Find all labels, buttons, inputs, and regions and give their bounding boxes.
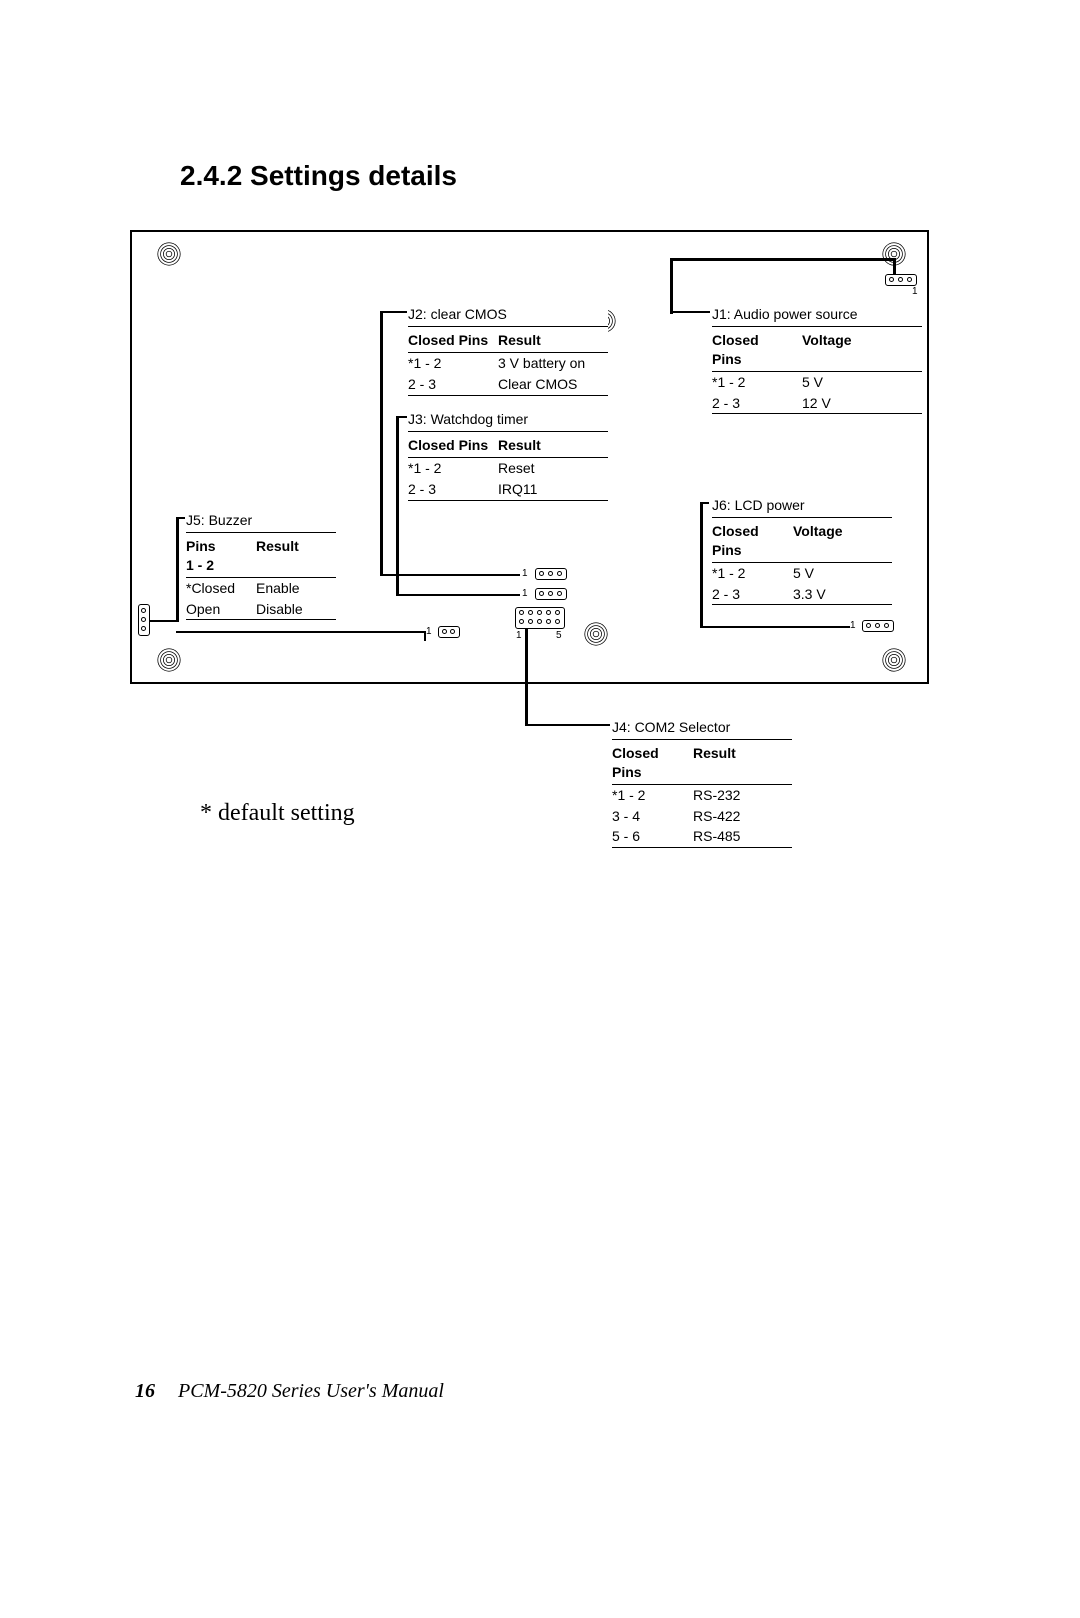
connector-line: [670, 258, 895, 261]
table-title: J4: COM2 Selector: [612, 718, 792, 740]
connector-line: [396, 594, 520, 596]
col-header: Pins 1 - 2: [186, 537, 256, 575]
table-title: J3: Watchdog timer: [408, 410, 608, 432]
cell: Reset: [498, 459, 608, 478]
manual-title: PCM-5820 Series User's Manual: [178, 1380, 444, 1402]
table-title: J1: Audio power source: [712, 305, 922, 327]
pin-header-icon: [138, 604, 150, 636]
pin-label: 1: [516, 630, 522, 641]
cell: 5 V: [802, 373, 912, 392]
cell: *1 - 2: [408, 459, 498, 478]
pin-label: 1: [522, 568, 528, 579]
screw-icon: [155, 646, 183, 674]
pin-header-icon: [515, 607, 565, 629]
pin-header-icon: [862, 620, 894, 632]
pin-header-icon: [438, 626, 460, 638]
connector-line: [396, 416, 399, 596]
page-footer: 16 PCM-5820 Series User's Manual: [135, 1380, 444, 1403]
col-header-line: Closed: [612, 744, 693, 763]
jumper-table-j2: J2: clear CMOS Closed Pins Result *1 - 2…: [408, 305, 608, 396]
cell: 3 - 4: [612, 807, 693, 826]
connector-line: [525, 620, 528, 726]
cell: 2 - 3: [712, 394, 802, 413]
connector-line: [176, 631, 426, 633]
pin-header-icon: [535, 568, 567, 580]
connector-line: [380, 311, 407, 313]
screw-icon: [155, 240, 183, 268]
section-heading: 2.4.2 Settings details: [180, 160, 457, 192]
pin-label: 1: [426, 626, 432, 637]
cell: *1 - 2: [408, 354, 498, 373]
connector-line: [176, 517, 179, 622]
col-header: Result: [498, 436, 608, 455]
cell: Disable: [256, 600, 326, 619]
table-title: J6: LCD power: [712, 496, 892, 518]
pin-label: 1: [850, 620, 856, 631]
col-header-line: Closed: [712, 522, 793, 541]
jumper-table-j4: J4: COM2 Selector Closed Pins Result *1 …: [612, 718, 792, 848]
cell: *Closed: [186, 579, 256, 598]
cell: IRQ11: [498, 480, 608, 499]
cell: *1 - 2: [712, 564, 793, 583]
connector-line: [700, 502, 703, 628]
cell: *1 - 2: [612, 786, 693, 805]
col-header-line: 1 - 2: [186, 556, 256, 575]
col-header-line: Pins: [612, 763, 693, 782]
page-number: 16: [135, 1380, 155, 1402]
cell: 2 - 3: [712, 585, 793, 604]
table-title: J2: clear CMOS: [408, 305, 608, 327]
col-header: Closed Pins: [712, 522, 793, 560]
default-setting-note: * default setting: [200, 800, 355, 827]
col-header-line: Closed: [712, 331, 802, 350]
cell: Enable: [256, 579, 326, 598]
pin-label: 1: [912, 286, 918, 297]
jumper-table-j5: J5: Buzzer Pins 1 - 2 Result *ClosedEnab…: [186, 511, 336, 620]
screw-icon: [582, 620, 610, 648]
cell: 3.3 V: [793, 585, 892, 604]
cell: RS-485: [693, 827, 792, 846]
col-header: Closed Pins: [408, 436, 498, 455]
col-header: Result: [693, 744, 792, 782]
cell: Clear CMOS: [498, 375, 608, 394]
col-header-line: Pins: [712, 541, 793, 560]
connector-line: [525, 724, 610, 726]
cell: RS-422: [693, 807, 792, 826]
connector-line: [670, 311, 710, 313]
col-header: Result: [498, 331, 608, 350]
pin-header-icon: [535, 588, 567, 600]
col-header: Closed Pins: [612, 744, 693, 782]
document-page: 2.4.2 Settings details: [0, 0, 1080, 1618]
connector-line: [380, 311, 383, 576]
col-header: Voltage: [793, 522, 892, 560]
cell: 3 V battery on: [498, 354, 608, 373]
connector-line: [149, 620, 179, 622]
connector-line: [380, 574, 520, 576]
connector-line: [670, 258, 673, 314]
connector-line: [700, 626, 850, 628]
pin-label: 5: [556, 630, 562, 641]
cell: 2 - 3: [408, 375, 498, 394]
jumper-table-j1: J1: Audio power source Closed Pins Volta…: [712, 305, 922, 414]
cell: 12 V: [802, 394, 912, 413]
jumper-table-j6: J6: LCD power Closed Pins Voltage *1 - 2…: [712, 496, 892, 605]
table-title: J5: Buzzer: [186, 511, 336, 533]
col-header: Voltage: [802, 331, 912, 369]
cell: *1 - 2: [712, 373, 802, 392]
col-header: Result: [256, 537, 326, 575]
pin-label: 1: [522, 588, 528, 599]
col-header-line: Pins: [186, 537, 256, 556]
screw-icon: [880, 646, 908, 674]
cell: Open: [186, 600, 256, 619]
col-header: Closed Pins: [712, 331, 802, 369]
pin-header-icon: [885, 274, 917, 286]
cell: RS-232: [693, 786, 792, 805]
col-header: Closed Pins: [408, 331, 498, 350]
cell: 2 - 3: [408, 480, 498, 499]
col-header-line: Pins: [712, 350, 802, 369]
cell: 5 V: [793, 564, 892, 583]
cell: 5 - 6: [612, 827, 693, 846]
jumper-table-j3: J3: Watchdog timer Closed Pins Result *1…: [408, 410, 608, 501]
